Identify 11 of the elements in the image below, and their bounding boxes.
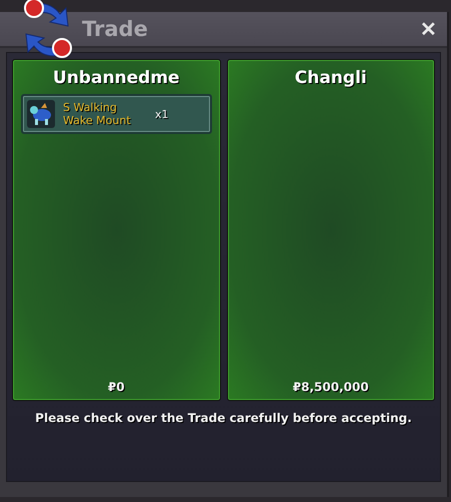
window-title: Trade: [82, 17, 149, 41]
mount-icon: [27, 100, 55, 128]
money-amount: ₽0: [106, 380, 126, 394]
notice-text: Please check over the Trade carefully before accepting.: [34, 411, 413, 425]
close-button[interactable]: ✕: [416, 16, 441, 42]
item-name: S Walking Wake Mount: [63, 101, 132, 127]
trade-item[interactable]: S Walking Wake Mount x1: [21, 94, 212, 134]
player-name: Unbannedme: [52, 68, 181, 88]
item-quantity: x1: [155, 108, 169, 120]
player-name: Changli: [294, 68, 368, 88]
money-amount: ₽8,500,000: [292, 380, 370, 394]
